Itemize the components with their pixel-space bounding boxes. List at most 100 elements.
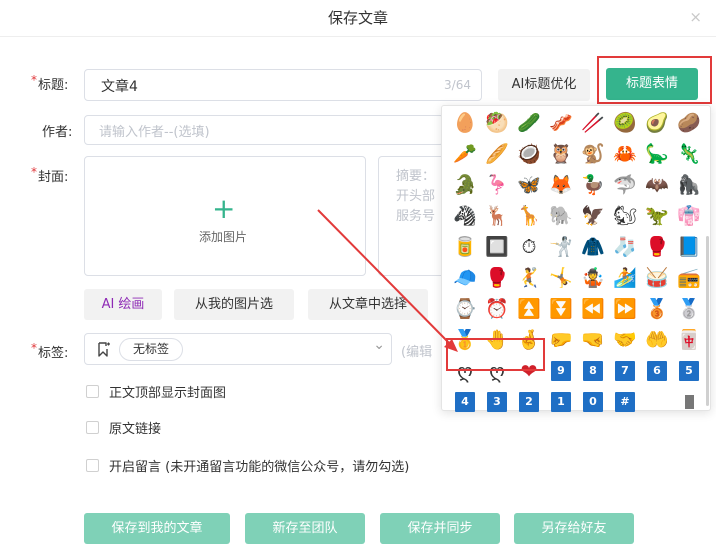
emoji-cell[interactable]: 🦋	[515, 171, 543, 199]
emoji-cell[interactable]: ⏫	[515, 295, 543, 323]
emoji-cell[interactable]: ⏰	[483, 295, 511, 323]
emoji-cell[interactable]: 🦍	[675, 171, 703, 199]
emoji-cell[interactable]: ⏩	[611, 295, 639, 323]
emoji-cell[interactable]: 🤜	[579, 326, 607, 354]
emoji-cell[interactable]: 🐊	[451, 171, 479, 199]
emoji-cell[interactable]: 🤾	[515, 264, 543, 292]
emoji-cell[interactable]: 🤝	[611, 326, 639, 354]
keycap-emoji[interactable]: 1	[551, 392, 571, 412]
emoji-cell[interactable]: 🦩	[483, 171, 511, 199]
keycap-emoji[interactable]: #	[615, 392, 635, 412]
keycap-emoji[interactable]: 8	[583, 361, 603, 381]
emoji-cell[interactable]: 🦀	[611, 140, 639, 168]
checkbox[interactable]	[86, 421, 99, 434]
emoji-cell[interactable]: 🧦	[611, 233, 639, 261]
required-mark: *	[31, 165, 37, 179]
checkbox-label: 原文链接	[109, 422, 162, 437]
save-and-sync-button[interactable]: 保存并同步	[380, 513, 500, 544]
tags-select[interactable]: 无标签 ⌄	[84, 333, 392, 365]
emoji-cell[interactable]: 🦅	[579, 202, 607, 230]
emoji-cell[interactable]: 🦇	[643, 171, 671, 199]
emoji-cell[interactable]: 🥈	[675, 295, 703, 323]
emoji-cell[interactable]: 🤹	[579, 264, 607, 292]
emoji-cell[interactable]: 📻	[675, 264, 703, 292]
emoji-cell[interactable]: 🦊	[547, 171, 575, 199]
save-to-team-button[interactable]: 新存至团队	[245, 513, 365, 544]
emoji-cell[interactable]: ⏪	[579, 295, 607, 323]
emoji-cell[interactable]: 🤲	[643, 326, 671, 354]
emoji-cell[interactable]: 🥒	[515, 109, 543, 137]
emoji-cell[interactable]: 🦖	[643, 202, 671, 230]
emoji-cell[interactable]: 🦈	[611, 171, 639, 199]
emoji-cell[interactable]: 👘	[675, 202, 703, 230]
emoji-cell[interactable]: 🥙	[483, 109, 511, 137]
from-article-button[interactable]: 从文章中选择	[308, 289, 428, 320]
keycap-emoji[interactable]: 7	[615, 361, 635, 381]
close-icon[interactable]: ×	[689, 9, 702, 25]
emoji-cell[interactable]: 🐒	[579, 140, 607, 168]
emoji-cell[interactable]: 🔲	[483, 233, 511, 261]
emoji-cell[interactable]: 🦉	[547, 140, 575, 168]
ai-title-optimize-button[interactable]: AI标题优化	[498, 69, 590, 101]
emoji-cell[interactable]: 🏄	[611, 264, 639, 292]
checkbox-comments[interactable]: 开启留言 (未开通留言功能的微信公众号，请勿勾选)	[86, 456, 409, 475]
emoji-cell[interactable]: 🦓	[451, 202, 479, 230]
save-to-my-articles-button[interactable]: 保存到我的文章	[84, 513, 230, 544]
emoji-cell[interactable]: 🦌	[483, 202, 511, 230]
emoji-cell[interactable]: 🥁	[643, 264, 671, 292]
title-input[interactable]: 文章4 3/64	[84, 69, 482, 101]
checkbox[interactable]	[86, 459, 99, 472]
ai-draw-button[interactable]: AI 绘画	[84, 289, 162, 320]
required-mark: *	[31, 73, 37, 87]
keycap-emoji[interactable]: 6	[647, 361, 667, 381]
keycap-emoji[interactable]: 4	[455, 392, 475, 412]
keycap-emoji[interactable]: 5	[679, 361, 699, 381]
add-image-area[interactable]: + 添加图片	[84, 156, 366, 276]
emoji-cell[interactable]: 🤛	[547, 326, 575, 354]
emoji-cell[interactable]: 🧥	[579, 233, 607, 261]
emoji-cell[interactable]: 🥊	[643, 233, 671, 261]
author-input[interactable]: 请输入作者--(选填)	[84, 115, 444, 145]
emoji-cell[interactable]: 🥝	[611, 109, 639, 137]
scrollbar[interactable]	[706, 236, 709, 406]
emoji-cell[interactable]: 🥉	[643, 295, 671, 323]
emoji-cell[interactable]: 📘	[675, 233, 703, 261]
emoji-cell[interactable]: ⌚	[451, 295, 479, 323]
keycap-emoji[interactable]: 0	[583, 392, 603, 412]
emoji-cell[interactable]: 🦎	[675, 140, 703, 168]
gray-square-emoji[interactable]	[685, 395, 694, 409]
checkbox-cover-top[interactable]: 正文顶部显示封面图	[86, 382, 226, 401]
emoji-cell[interactable]: 🥓	[547, 109, 575, 137]
emoji-cell[interactable]: 🥥	[515, 140, 543, 168]
emoji-cell[interactable]: 🧢	[451, 264, 479, 292]
chevron-down-icon[interactable]: ⌄	[373, 337, 385, 353]
emoji-cell[interactable]: ⏬	[547, 295, 575, 323]
emoji-cell[interactable]: 🤺	[547, 233, 575, 261]
emoji-cell[interactable]: 🥑	[643, 109, 671, 137]
keycap-emoji[interactable]: 9	[551, 361, 571, 381]
emoji-cell[interactable]: 🥢	[579, 109, 607, 137]
emoji-cell[interactable]: 🀄	[675, 326, 703, 354]
emoji-cell[interactable]: 🦕	[643, 140, 671, 168]
title-emoji-button[interactable]: 标题表情	[606, 68, 698, 100]
from-my-images-button[interactable]: 从我的图片选	[174, 289, 294, 320]
keycap-emoji[interactable]: 2	[519, 392, 539, 412]
summary-textarea[interactable]: 摘要： 开头部 服务号	[378, 156, 448, 276]
tag-chip-none[interactable]: 无标签	[119, 338, 183, 361]
keycap-emoji[interactable]: 3	[487, 392, 507, 412]
checkbox[interactable]	[86, 385, 99, 398]
emoji-cell[interactable]: 🥔	[675, 109, 703, 137]
emoji-cell[interactable]: 🐘	[547, 202, 575, 230]
emoji-cell[interactable]: 🥊	[483, 264, 511, 292]
emoji-cell[interactable]: 🥫	[451, 233, 479, 261]
emoji-cell[interactable]: 🤸	[547, 264, 575, 292]
checkbox-original-link[interactable]: 原文链接	[86, 418, 161, 437]
save-for-friend-button[interactable]: 另存给好友	[514, 513, 634, 544]
emoji-cell[interactable]: ⏱	[515, 233, 543, 261]
emoji-cell[interactable]: 🦒	[515, 202, 543, 230]
emoji-cell[interactable]: 🥚	[451, 109, 479, 137]
emoji-cell[interactable]: 🥖	[483, 140, 511, 168]
emoji-cell[interactable]: 🐿	[611, 202, 639, 230]
emoji-cell[interactable]: 🥕	[451, 140, 479, 168]
emoji-cell[interactable]: 🦆	[579, 171, 607, 199]
